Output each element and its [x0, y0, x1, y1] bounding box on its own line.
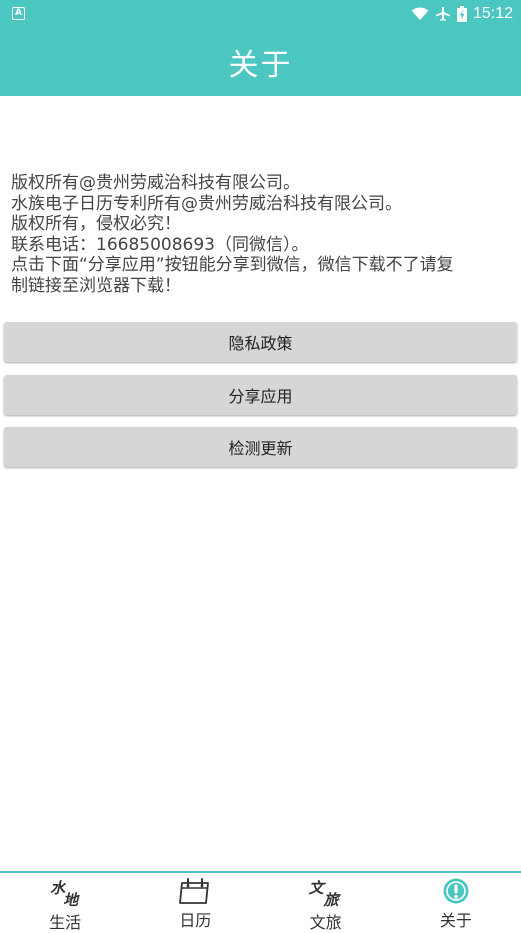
clock: 15:12 — [472, 5, 513, 22]
info-line: 版权所有@贵州劳威治科技有限公司。 — [11, 173, 300, 193]
nav-item-life[interactable]: 水 地 生活 — [0, 873, 130, 932]
life-calligraphy-icon: 水 地 — [50, 879, 79, 909]
about-content: 版权所有@贵州劳威治科技有限公司。 水族电子日历专利所有@贵州劳威治科技有限公司… — [0, 96, 521, 871]
nav-item-culture-travel[interactable]: 文 旅 文旅 — [261, 873, 391, 932]
airplane-mode-icon — [435, 7, 450, 21]
info-line: 版权所有，侵权必究！ — [11, 214, 181, 234]
nav-label: 生活 — [49, 913, 82, 932]
copyright-info: 版权所有@贵州劳威治科技有限公司。 水族电子日历专利所有@贵州劳威治科技有限公司… — [11, 173, 511, 296]
app-bar: 关于 — [0, 28, 521, 96]
bottom-navigation: 水 地 生活 日历 文 旅 文旅 关于 — [0, 871, 521, 932]
info-line: 联系电话：16685008693（同微信）。 — [11, 234, 309, 255]
app-notification-icon: A — [12, 7, 25, 20]
share-app-button[interactable]: 分享应用 — [4, 375, 517, 415]
info-line: 水族电子日历专利所有@贵州劳威治科技有限公司。 — [11, 193, 402, 214]
wifi-icon — [411, 7, 429, 20]
info-icon — [442, 877, 470, 905]
status-indicators: 15:12 — [411, 3, 513, 25]
calendar-icon — [178, 877, 212, 905]
page-title: 关于 — [228, 48, 293, 83]
nav-label: 关于 — [439, 911, 472, 930]
culture-travel-calligraphy-icon: 文 旅 — [308, 879, 339, 909]
privacy-policy-button[interactable]: 隐私政策 — [4, 322, 517, 362]
nav-label: 文旅 — [309, 913, 342, 932]
nav-label: 日历 — [179, 911, 212, 930]
status-bar: A 15:12 — [0, 0, 521, 28]
nav-item-about[interactable]: 关于 — [391, 873, 521, 931]
check-update-button[interactable]: 检测更新 — [4, 427, 517, 467]
info-line: 点击下面“分享应用”按钮能分享到微信，微信下载不了请复 — [11, 255, 454, 275]
battery-charging-icon — [456, 6, 467, 22]
info-line: 制链接至浏览器下载！ — [11, 275, 181, 296]
nav-item-calendar[interactable]: 日历 — [130, 873, 260, 931]
